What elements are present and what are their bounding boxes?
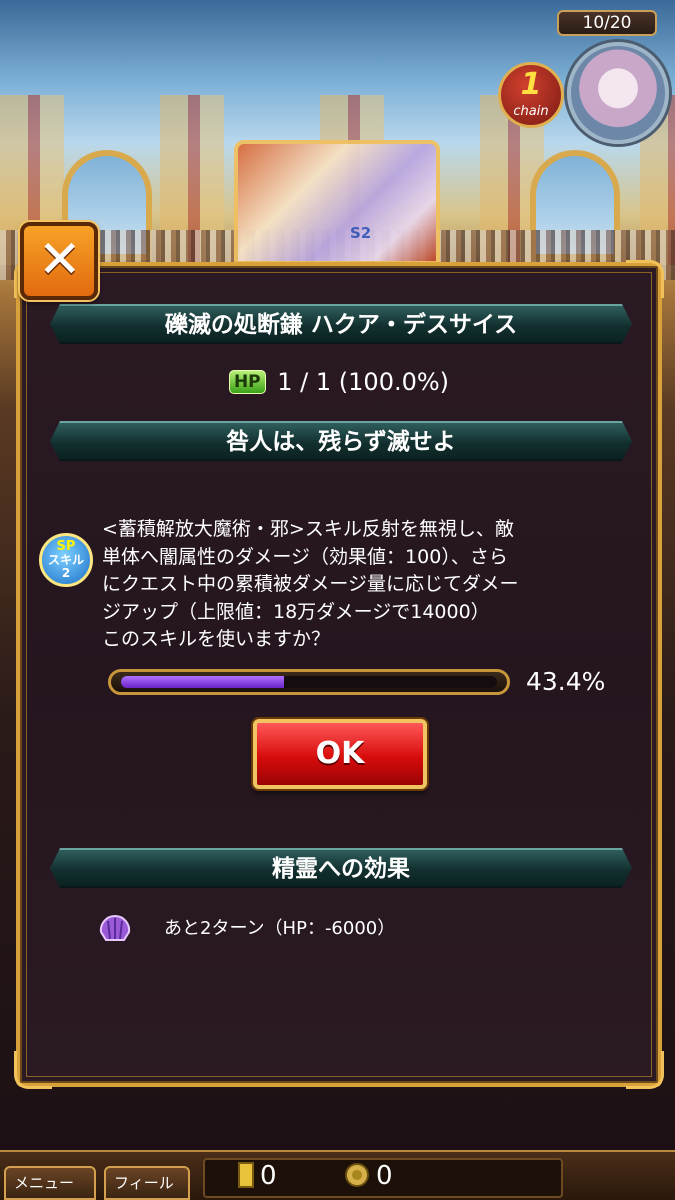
- hp-icon: HP: [228, 370, 266, 394]
- description-line: 単体へ闇属性のダメージ（効果値：100）、さら: [102, 545, 508, 568]
- gauge-percent: 43.4%: [526, 667, 606, 696]
- skill-dialog: 礫滅の処断鎌 ハクア・デスサイス HP 1 / 1 (100.0%) 咎人は、残…: [14, 260, 664, 1089]
- coin-count: 0: [376, 1161, 393, 1191]
- resource-coin: 0: [344, 1156, 393, 1196]
- gauge-track: [121, 676, 497, 688]
- unit-card: S2: [234, 140, 440, 265]
- description-line: ジアップ（上限値：18万ダメージで14000）: [102, 600, 490, 623]
- gauge-fill: [121, 676, 285, 688]
- effect-text: あと2ターン（HP：-6000）: [164, 918, 396, 939]
- sp-icon-line1: SP: [56, 539, 76, 554]
- chain-label: chain: [513, 104, 549, 119]
- chain-badge: 1 chain: [498, 62, 564, 128]
- ok-button[interactable]: OK: [253, 719, 427, 789]
- sp-skill-icon: SP スキル 2: [39, 533, 93, 587]
- skill-gauge: [108, 669, 510, 695]
- description-line: にクエスト中の累積被ダメージ量に応じてダメー: [102, 573, 519, 595]
- ornament-corner: [14, 1051, 52, 1089]
- menu-tab[interactable]: メニュー: [4, 1166, 96, 1200]
- skill-name: 咎人は、残らず滅せよ: [50, 421, 632, 461]
- ornament-corner: [626, 1051, 664, 1089]
- field-tab[interactable]: フィールド: [104, 1166, 190, 1200]
- crystal-count: 0: [260, 1161, 277, 1191]
- description-line: <蓄積解放大魔術・邪>スキル反射を無視し、敵: [102, 518, 514, 540]
- close-icon: ✕: [38, 230, 82, 290]
- close-button[interactable]: ✕: [20, 222, 98, 300]
- crystal-icon: [238, 1162, 254, 1188]
- hp-row: HP 1 / 1 (100.0%): [20, 366, 658, 398]
- leader-portrait[interactable]: [567, 42, 669, 144]
- shell-icon: [99, 914, 131, 941]
- effect-header: 精霊への効果: [50, 848, 632, 888]
- chain-count: 1: [520, 67, 542, 102]
- hp-value: 1 / 1 (100.0%): [277, 368, 450, 396]
- confirm-question: このスキルを使いますか？: [102, 628, 331, 650]
- coin-icon: [345, 1163, 369, 1187]
- ornament-corner: [626, 260, 664, 298]
- sp-icon-line2: スキル: [47, 553, 84, 567]
- sp-icon-line3: 2: [61, 566, 71, 580]
- unit-skill-badge: S2: [350, 224, 372, 242]
- resource-crystal: 0: [238, 1156, 277, 1196]
- skill-description: <蓄積解放大魔術・邪>スキル反射を無視し、敵 単体へ闇属性のダメージ（効果値：1…: [102, 516, 622, 654]
- unit-name: 礫滅の処断鎌 ハクア・デスサイス: [50, 304, 632, 344]
- bottom-bar: メニュー フィールド 0 0: [0, 1150, 675, 1200]
- stamina-counter: 10/20: [557, 10, 657, 36]
